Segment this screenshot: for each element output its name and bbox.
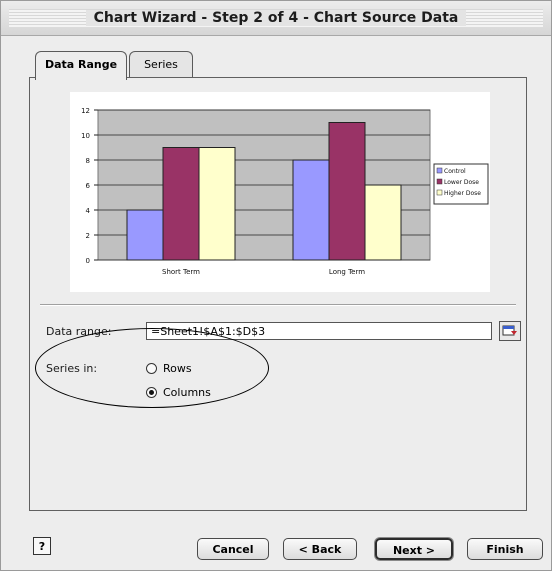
data-range-input[interactable] (146, 322, 492, 340)
bar-0-1 (292, 159, 330, 261)
x-tick-label: Long Term (329, 268, 365, 276)
y-tick-label: 0 (86, 257, 90, 265)
chart-wizard-dialog: Chart Wizard - Step 2 of 4 - Chart Sourc… (0, 0, 552, 571)
divider (40, 304, 516, 306)
radio-columns-label: Columns (163, 386, 211, 399)
bar-0-0 (126, 209, 164, 261)
radio-columns[interactable]: Columns (146, 386, 211, 399)
range-select-icon (502, 325, 517, 336)
window-title: Chart Wizard - Step 2 of 4 - Chart Sourc… (85, 10, 467, 26)
tab-series[interactable]: Series (129, 51, 193, 78)
data-range-label: Data range: (46, 325, 112, 338)
radio-rows[interactable]: Rows (146, 362, 192, 375)
legend-swatch (436, 178, 443, 185)
legend-label: Higher Dose (444, 190, 481, 197)
series-in-label: Series in: (46, 362, 98, 375)
chart-preview: 0 2 4 6 8 10 12 Short Term Long Term Control Lower… (70, 92, 490, 292)
title-bar[interactable]: Chart Wizard - Step 2 of 4 - Chart Sourc… (1, 1, 551, 36)
radio-columns-indicator[interactable] (146, 387, 157, 398)
radio-rows-label: Rows (163, 362, 192, 375)
help-button[interactable]: ? (33, 537, 51, 555)
collapse-dialog-button[interactable] (499, 321, 521, 341)
tab-panel: 0 2 4 6 8 10 12 Short Term Long Term Control Lower… (29, 77, 527, 511)
y-tick-label: 12 (81, 107, 90, 115)
legend-label: Control (444, 168, 466, 175)
y-tick-label: 10 (81, 132, 90, 140)
y-tick-label: 4 (86, 207, 91, 215)
legend-swatch (436, 167, 443, 174)
chart-svg: 0 2 4 6 8 10 12 Short Term Long Term Control Lower… (81, 107, 489, 276)
radio-rows-indicator[interactable] (146, 363, 157, 374)
legend-swatch (436, 189, 443, 196)
x-tick-label: Short Term (162, 268, 200, 276)
bar-1-1 (328, 122, 366, 261)
back-button[interactable]: < Back (283, 538, 357, 560)
next-button[interactable]: Next > (375, 538, 453, 560)
bar-1-0 (162, 147, 200, 261)
finish-button[interactable]: Finish (467, 538, 543, 560)
legend-label: Lower Dose (444, 179, 479, 186)
cancel-button[interactable]: Cancel (197, 538, 269, 560)
y-tick-label: 8 (86, 157, 90, 165)
bar-2-0 (198, 147, 236, 261)
bar-2-1 (364, 184, 402, 261)
y-tick-label: 6 (86, 182, 91, 190)
y-tick-label: 2 (86, 232, 90, 240)
tab-data-range[interactable]: Data Range (35, 51, 127, 80)
